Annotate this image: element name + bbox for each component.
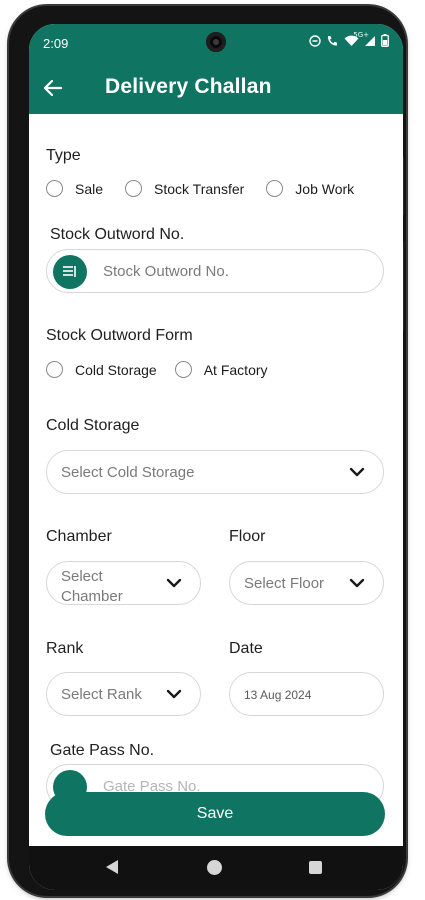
save-button[interactable]: Save — [45, 792, 385, 836]
dnd-icon — [309, 34, 321, 47]
cold-storage-placeholder: Select Cold Storage — [61, 464, 195, 481]
page-title: Delivery Challan — [105, 75, 272, 98]
radio-label: At Factory — [203, 361, 268, 378]
rank-select[interactable]: Select Rank — [46, 672, 201, 716]
radio-stock-transfer[interactable]: Stock Transfer — [125, 180, 244, 197]
system-icons — [309, 34, 389, 47]
radio-circle — [266, 180, 284, 197]
status-bar: 2:09 5G+ — [29, 24, 403, 62]
radio-label: Cold Storage — [75, 361, 157, 378]
rank-label: Rank — [46, 640, 84, 657]
radio-job-work[interactable]: Job Work — [266, 180, 354, 197]
stock-outword-no-label: Stock Outword No. — [50, 226, 185, 243]
status-time: 2:09 — [43, 36, 69, 51]
rank-placeholder: Select Rank — [61, 686, 142, 703]
form-content[interactable]: Type Sale Stock Transfer Job Work Stock … — [29, 114, 403, 800]
chevron-down-icon — [166, 578, 182, 588]
radio-circle — [174, 361, 192, 378]
outword-form-radio-group: Cold Storage At Factory — [46, 361, 268, 378]
signal-icon — [365, 35, 375, 46]
floor-placeholder: Select Floor — [244, 575, 325, 592]
radio-circle — [125, 180, 143, 197]
nav-recents-icon[interactable] — [309, 861, 322, 874]
front-camera — [206, 32, 226, 52]
nav-back-icon[interactable] — [105, 859, 119, 875]
screen: 2:09 5G+ Delivery Challan Type Sale Stoc… — [29, 24, 403, 890]
radio-label: Sale — [75, 180, 104, 197]
radio-cold-storage[interactable]: Cold Storage — [46, 361, 157, 378]
radio-label: Job Work — [295, 180, 355, 197]
chamber-select[interactable]: Select Chamber — [46, 561, 201, 605]
radio-circle — [46, 180, 63, 197]
floor-label: Floor — [229, 528, 266, 545]
app-bar: Delivery Challan — [29, 62, 403, 114]
chevron-down-icon — [349, 467, 365, 477]
back-arrow-icon[interactable] — [41, 76, 65, 100]
battery-icon — [381, 34, 389, 47]
list-icon[interactable] — [53, 255, 87, 289]
stock-outword-no-placeholder: Stock Outword No. — [103, 263, 229, 280]
date-value: 13 Aug 2024 — [244, 688, 312, 702]
cold-storage-select[interactable]: Select Cold Storage — [46, 450, 384, 494]
radio-sale[interactable]: Sale — [46, 180, 103, 197]
nav-home-icon[interactable] — [207, 860, 222, 875]
wifi-icon — [344, 35, 359, 46]
stock-outword-form-label: Stock Outword Form — [46, 327, 193, 344]
cold-storage-label: Cold Storage — [46, 417, 140, 434]
radio-at-factory[interactable]: At Factory — [174, 361, 268, 378]
chevron-down-icon — [349, 578, 365, 588]
chevron-down-icon — [166, 689, 182, 699]
call-icon — [327, 35, 337, 46]
floor-select[interactable]: Select Floor — [229, 561, 384, 605]
chamber-placeholder: Select Chamber — [61, 568, 123, 605]
stock-outword-no-input[interactable]: Stock Outword No. — [46, 249, 384, 293]
radio-label: Stock Transfer — [154, 180, 245, 197]
phone-frame: 2:09 5G+ Delivery Challan Type Sale Stoc… — [9, 6, 406, 896]
type-label: Type — [46, 147, 81, 164]
radio-circle — [46, 361, 63, 378]
date-label: Date — [229, 640, 263, 657]
chamber-label: Chamber — [46, 528, 112, 545]
gate-pass-no-label: Gate Pass No. — [50, 742, 155, 759]
navigation-bar — [29, 846, 403, 890]
type-radio-group: Sale Stock Transfer Job Work — [46, 180, 354, 197]
date-picker[interactable]: 13 Aug 2024 — [229, 672, 384, 716]
